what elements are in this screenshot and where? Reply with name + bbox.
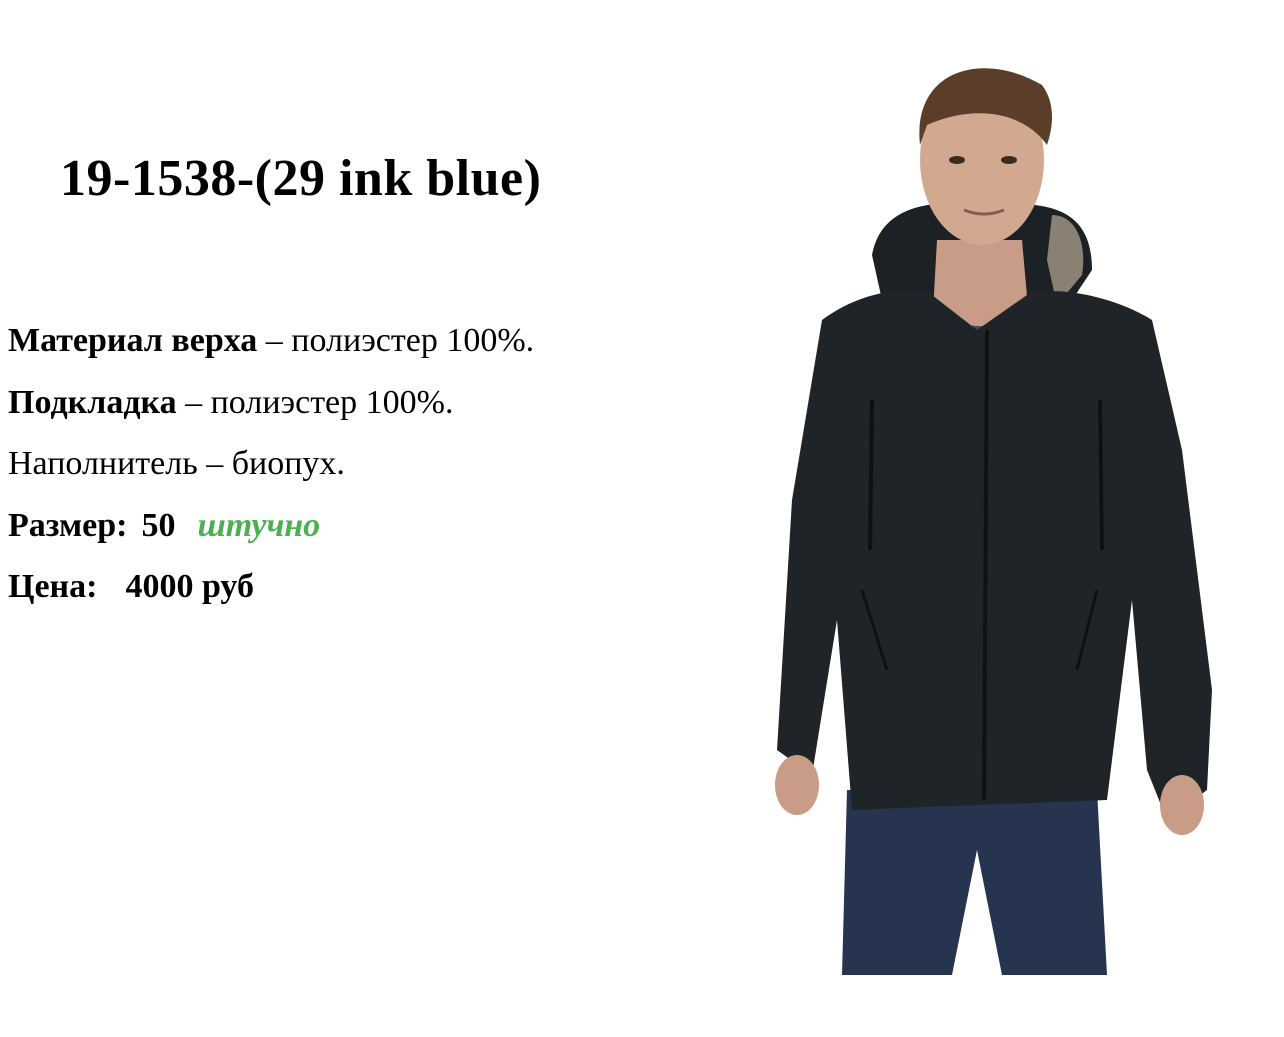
spec-size: Размер: 50 штучно [8, 495, 534, 557]
spec-lining: Подкладка – полиэстер 100%. [8, 372, 534, 434]
spec-filler-text: Наполнитель – биопух. [8, 445, 345, 482]
spec-size-note: штучно [197, 506, 321, 544]
right-hand [1160, 775, 1204, 835]
spec-material-value: – полиэстер 100%. [265, 322, 535, 359]
spec-size-label: Размер: [8, 506, 128, 544]
right-chest-pocket [1098, 399, 1104, 551]
spec-lining-value: – полиэстер 100%. [185, 383, 454, 421]
spec-price-value: 4000 руб [125, 568, 254, 605]
spec-material: Материал верха – полиэстер 100%. [8, 310, 534, 372]
product-title: 19-1538-(29 ink blue) [60, 150, 542, 207]
product-photo [752, 30, 1222, 975]
left-hand [775, 755, 819, 815]
spec-price-label: Цена: [8, 568, 98, 605]
jacket-body [777, 290, 1212, 820]
spec-material-label: Материал верха [8, 322, 258, 359]
jeans-shape [842, 790, 1107, 975]
left-chest-pocket [868, 399, 874, 551]
spec-lining-label: Подкладка [8, 383, 177, 421]
spec-size-value: 50 [141, 506, 176, 544]
product-specs: Материал верха – полиэстер 100%. Подклад… [8, 310, 534, 618]
spec-price: Цена: 4000 руб [8, 556, 534, 618]
spec-filler: Наполнитель – биопух. [8, 433, 534, 495]
right-eye [1001, 156, 1017, 164]
model-jacket-illustration [775, 68, 1212, 975]
left-eye [949, 156, 965, 164]
